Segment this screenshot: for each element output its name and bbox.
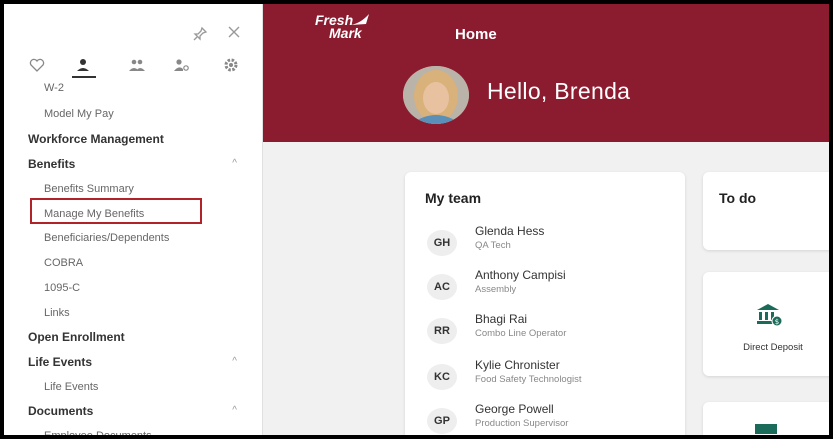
page-title: Home (455, 26, 497, 43)
section-label: Documents (28, 404, 94, 418)
card-label: Direct Deposit (743, 342, 803, 353)
my-team-card[interactable]: My team GH Glenda Hess QA Tech AC Anthon… (405, 172, 685, 435)
member-role: Food Safety Technologist (475, 374, 582, 385)
card-icon (755, 424, 777, 434)
member-initials: AC (427, 274, 457, 300)
menu-section-open-enrollment[interactable]: Open Enrollment (4, 325, 249, 349)
member-role: Production Supervisor (475, 418, 569, 429)
team-member[interactable]: KC Kylie Chronister Food Safety Technolo… (405, 358, 685, 398)
dashboard-card[interactable] (703, 402, 829, 435)
team-member[interactable]: RR Bhagi Rai Combo Line Operator (405, 312, 685, 352)
close-icon[interactable] (226, 24, 242, 40)
menu-section-life-events[interactable]: Life Events ^ (4, 350, 249, 374)
member-initials: RR (427, 318, 457, 344)
menu-section-workforce-management[interactable]: Workforce Management (4, 127, 249, 151)
bank-icon: $ (757, 304, 783, 327)
app-window: W-2 Model My Pay Workforce Management Be… (4, 4, 829, 435)
logo-line-2: Mark (329, 25, 362, 41)
menu-item-w2[interactable]: W-2 (4, 78, 249, 100)
section-label: Life Events (28, 355, 93, 369)
person-search-icon[interactable] (172, 56, 190, 74)
svg-text:$: $ (775, 318, 779, 326)
member-role: QA Tech (475, 240, 511, 251)
team-member[interactable]: GH Glenda Hess QA Tech (405, 224, 685, 264)
member-name: Anthony Campisi (475, 268, 566, 282)
menu-item-cobra[interactable]: COBRA (4, 251, 249, 275)
chevron-up-icon: ^ (232, 158, 237, 169)
menu-item-links[interactable]: Links (4, 301, 249, 325)
team-icon[interactable] (128, 56, 146, 74)
member-initials: GH (427, 230, 457, 256)
member-role: Assembly (475, 284, 517, 295)
member-initials: KC (427, 364, 457, 390)
sidebar: W-2 Model My Pay Workforce Management Be… (4, 4, 263, 435)
card-title: My team (425, 190, 482, 206)
menu-item-model-my-pay[interactable]: Model My Pay (4, 102, 249, 126)
card-title: To do (719, 190, 757, 206)
header-banner: Fresh Mark Home Hello, Brenda (263, 4, 829, 142)
menu-section-benefits[interactable]: Benefits ^ (4, 152, 249, 176)
person-icon[interactable] (74, 56, 92, 74)
member-name: Bhagi Rai (475, 312, 528, 326)
chevron-up-icon: ^ (232, 356, 237, 367)
member-name: George Powell (475, 402, 554, 416)
menu-item-life-events[interactable]: Life Events (4, 375, 249, 399)
avatar[interactable] (403, 66, 469, 124)
menu-item-employee-documents[interactable]: Employee Documents (4, 424, 249, 435)
menu-section-documents[interactable]: Documents ^ (4, 399, 249, 423)
menu-item-beneficiaries-dependents[interactable]: Beneficiaries/Dependents (4, 226, 249, 250)
to-do-card[interactable]: To do (703, 172, 829, 250)
avatar-photo (403, 66, 469, 124)
section-label: Workforce Management (28, 132, 164, 146)
highlight-box (30, 198, 202, 224)
member-role: Combo Line Operator (475, 328, 567, 339)
greeting-text: Hello, Brenda (487, 78, 631, 104)
team-member[interactable]: AC Anthony Campisi Assembly (405, 268, 685, 308)
sidebar-menu: W-2 Model My Pay Workforce Management Be… (4, 78, 263, 435)
member-name: Kylie Chronister (475, 358, 560, 372)
section-label: Open Enrollment (28, 330, 125, 344)
team-member[interactable]: GP George Powell Production Supervisor (405, 402, 685, 435)
member-initials: GP (427, 408, 457, 434)
chevron-up-icon: ^ (232, 405, 237, 416)
section-label: Benefits (28, 157, 76, 171)
heart-icon[interactable] (28, 56, 46, 74)
menu-item-1095c[interactable]: 1095-C (4, 276, 249, 300)
logo-swoosh-icon (351, 14, 369, 25)
member-name: Glenda Hess (475, 224, 545, 238)
gear-icon[interactable] (222, 56, 240, 74)
pin-icon[interactable] (192, 26, 208, 42)
direct-deposit-card[interactable]: $ Direct Deposit (703, 272, 829, 376)
